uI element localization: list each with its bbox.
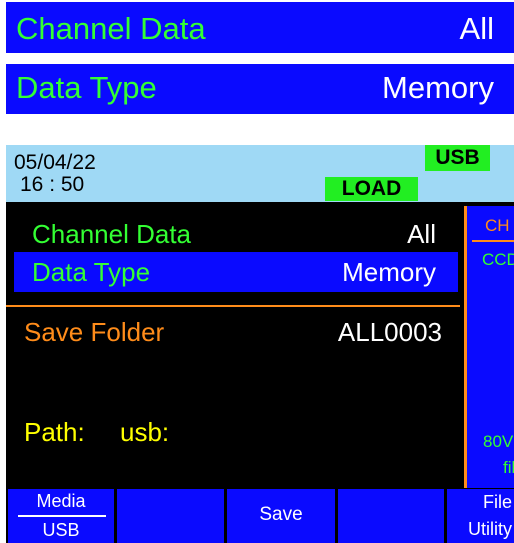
channel-data-bar[interactable]: Channel Data All	[6, 2, 514, 53]
usb-badge: USB	[425, 145, 490, 171]
dialog-channel-data-label: Channel Data	[32, 219, 191, 249]
channel-data-label: Channel Data	[16, 11, 206, 46]
dialog-channel-data-value: All	[407, 219, 436, 249]
file-utility-softkey[interactable]: File Utility	[447, 489, 514, 543]
data-type-value: Memory	[382, 70, 494, 105]
save-folder-value: ALL0003	[337, 317, 442, 347]
channel-side-panel: CH CCD 80V file	[464, 206, 514, 488]
path-label: Path:	[24, 417, 85, 447]
media-softkey-label: Media	[36, 491, 86, 511]
media-softkey-value: USB	[42, 520, 80, 540]
save-dialog: Channel Data All Data Type Memory Save F…	[6, 202, 460, 488]
status-bar: 05/04/22 16 : 50 USB LOAD	[6, 145, 514, 202]
dialog-data-type-value: Memory	[342, 257, 436, 287]
file-utility-label-bottom: Utility	[468, 519, 512, 539]
blank-softkey-4[interactable]	[338, 489, 444, 543]
save-softkey[interactable]: Save	[227, 489, 335, 543]
load-badge: LOAD	[325, 177, 418, 201]
blank-softkey-2[interactable]	[117, 489, 224, 543]
dialog-data-type-label: Data Type	[32, 257, 151, 287]
data-type-label: Data Type	[16, 70, 157, 105]
time-readout: 16 : 50	[20, 173, 85, 196]
softkey-bar: Media USB Save File Utility	[6, 488, 514, 543]
section-divider	[6, 305, 460, 307]
date-readout: 05/04/22	[14, 151, 96, 174]
channel-data-value: All	[459, 11, 494, 46]
channel-tab[interactable]: CH	[485, 216, 510, 236]
data-type-bar[interactable]: Data Type Memory	[6, 64, 514, 114]
dialog-channel-data-row[interactable]: Channel Data All	[14, 214, 458, 254]
path-value: usb:	[120, 417, 170, 447]
dialog-data-type-row[interactable]: Data Type Memory	[14, 252, 458, 292]
mode-readout: CCD	[482, 250, 514, 269]
voltage-readout: 80V	[483, 432, 514, 451]
file-utility-label-top: File	[482, 492, 512, 512]
softkey-divider	[18, 515, 106, 517]
save-softkey-label: Save	[259, 504, 303, 525]
media-softkey[interactable]: Media USB	[8, 489, 114, 543]
channel-tab-underline	[472, 240, 514, 242]
save-folder-label: Save Folder	[24, 317, 165, 347]
instrument-screen: 05/04/22 16 : 50 USB LOAD Channel Data A…	[6, 145, 514, 543]
file-readout: file	[503, 458, 514, 477]
